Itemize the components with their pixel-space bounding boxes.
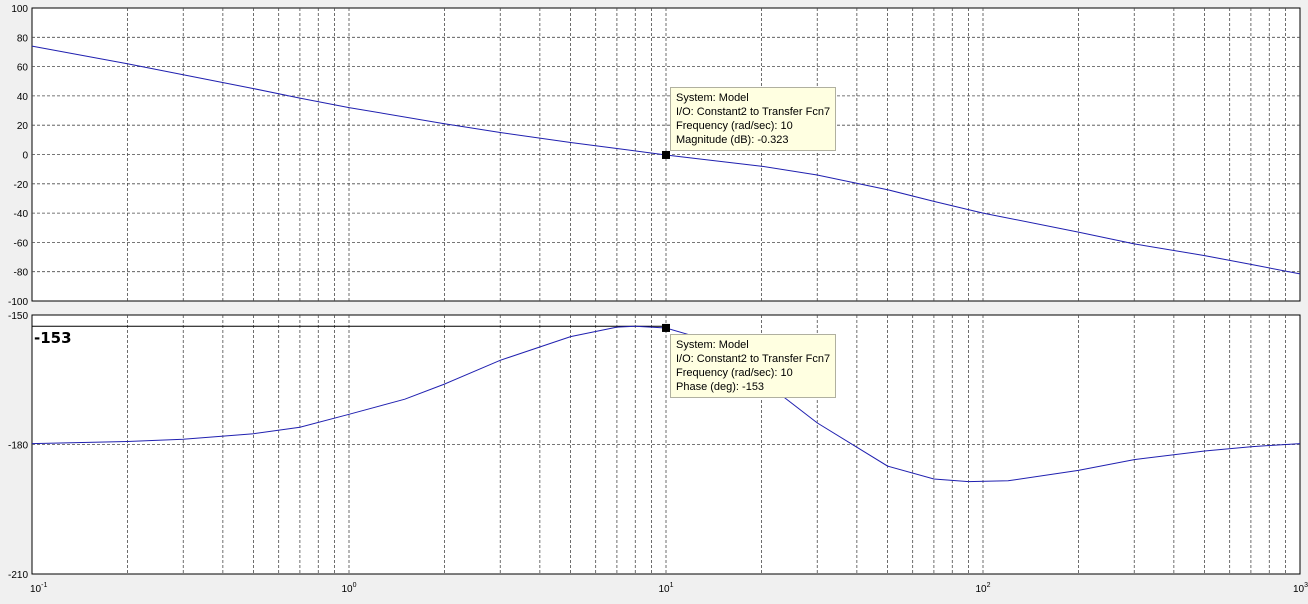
phase-datatip[interactable]: System: Model I/O: Constant2 to Transfer… <box>670 333 837 398</box>
magnitude-ytick-label: 20 <box>17 121 29 132</box>
datatip-line: System: Model <box>676 338 749 351</box>
bode-plot-figure: -100 -80 -60 -40 -20 0 20 40 60 80 100 -210 -180 -150… <box>0 0 1308 599</box>
phase-reference-label: -153 <box>34 329 72 348</box>
magnitude-ytick-label: -60 <box>14 238 29 249</box>
magnitude-ytick-label: -40 <box>14 209 29 220</box>
xtick-label: 100 <box>341 582 356 595</box>
magnitude-ytick-label: 60 <box>17 63 29 74</box>
datatip-line: Magnitude (dB): -0.323 <box>676 133 789 146</box>
magnitude-ytick-label: 100 <box>11 4 28 15</box>
datatip-line: System: Model <box>676 91 749 104</box>
xtick-label: 103 <box>1293 582 1308 595</box>
magnitude-ytick-label: 0 <box>22 151 28 162</box>
xtick-label: 102 <box>975 582 990 595</box>
magnitude-datatip-marker <box>662 150 670 159</box>
datatip-line: Frequency (rad/sec): 10 <box>676 119 793 132</box>
phase-ytick-label: -150 <box>8 311 28 322</box>
datatip-line: Frequency (rad/sec): 10 <box>676 366 793 379</box>
bode-plot-svg: -100 -80 -60 -40 -20 0 20 40 60 80 100 -210 -180 -150… <box>8 4 1308 595</box>
magnitude-ytick-label: -20 <box>14 180 29 191</box>
datatip-line: I/O: Constant2 to Transfer Fcn7 <box>676 352 831 365</box>
phase-datatip-marker <box>662 323 670 332</box>
magnitude-ytick-label: 80 <box>17 33 29 44</box>
phase-ytick-label: -210 <box>8 570 28 581</box>
xtick-label: 101 <box>658 582 673 595</box>
magnitude-ytick-label: 40 <box>17 92 29 103</box>
magnitude-ytick-label: -80 <box>14 268 29 279</box>
phase-ytick-label: -180 <box>8 441 28 452</box>
magnitude-ytick-label: -100 <box>8 297 28 308</box>
datatip-line: I/O: Constant2 to Transfer Fcn7 <box>676 105 831 118</box>
datatip-line: Phase (deg): -153 <box>676 380 765 393</box>
xtick-label: 10-1 <box>30 582 47 595</box>
magnitude-datatip[interactable]: System: Model I/O: Constant2 to Transfer… <box>670 86 837 151</box>
